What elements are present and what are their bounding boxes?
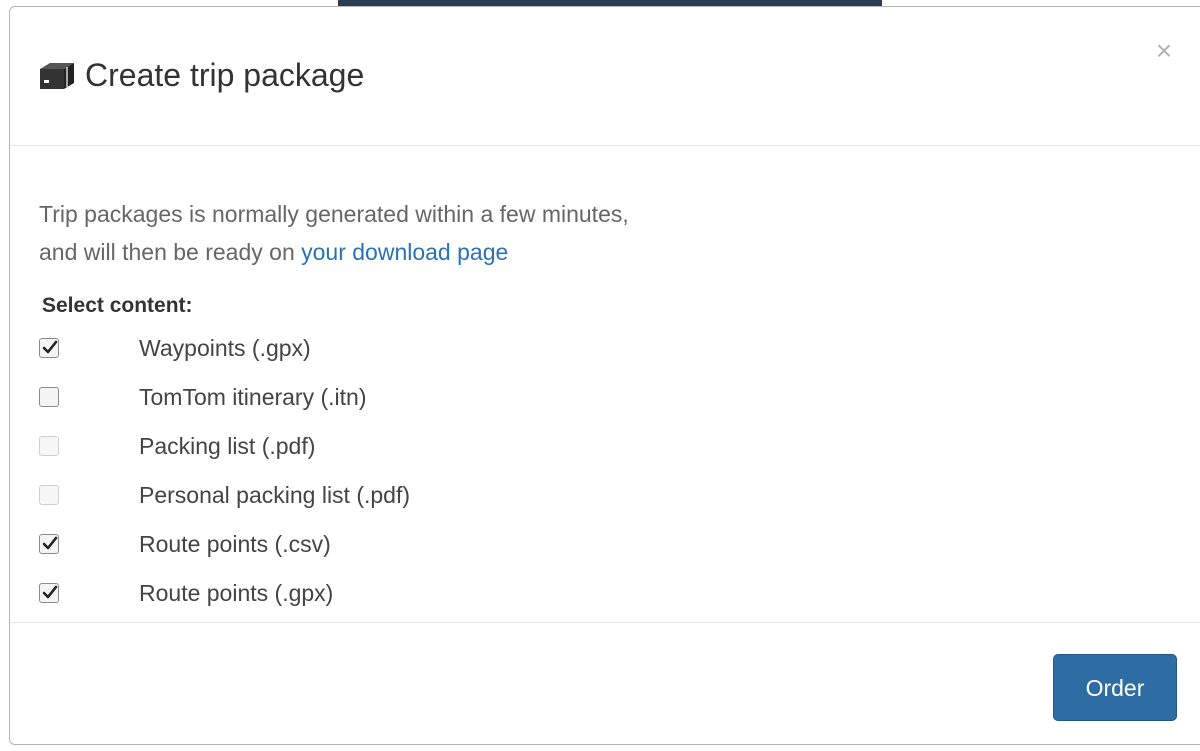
content-option[interactable]: Route points (.csv)	[39, 525, 639, 565]
package-icon	[39, 62, 79, 90]
dialog-footer: Order	[10, 622, 1200, 747]
intro-line-1: Trip packages is normally generated with…	[39, 201, 629, 227]
content-option[interactable]: Route points (.gpx)	[39, 574, 639, 614]
content-option-checkbox[interactable]	[39, 583, 59, 603]
content-option[interactable]: Waypoints (.gpx)	[39, 329, 639, 369]
content-option-label: TomTom itinerary (.itn)	[139, 384, 367, 410]
checkmark-icon	[42, 585, 58, 599]
content-option-label: Packing list (.pdf)	[139, 433, 316, 459]
dialog-header: Create trip package ×	[10, 7, 1200, 146]
checkmark-icon	[42, 340, 58, 354]
create-trip-package-dialog: Create trip package × Trip packages is n…	[9, 6, 1200, 745]
close-button[interactable]: ×	[1150, 37, 1178, 65]
dialog-body: Trip packages is normally generated with…	[10, 146, 1200, 622]
content-option-checkbox[interactable]	[39, 387, 59, 407]
content-option: Personal packing list (.pdf)	[39, 476, 639, 516]
content-option-checkbox[interactable]	[39, 338, 59, 358]
content-option-label: Route points (.csv)	[139, 531, 331, 557]
checkmark-icon	[42, 536, 58, 550]
content-option-label: Personal packing list (.pdf)	[139, 482, 411, 508]
order-button[interactable]: Order	[1053, 654, 1177, 721]
content-option-checkbox[interactable]	[39, 534, 59, 554]
intro-text: Trip packages is normally generated with…	[39, 195, 629, 271]
content-option: Packing list (.pdf)	[39, 427, 639, 467]
content-option[interactable]: TomTom itinerary (.itn)	[39, 378, 639, 418]
download-page-link[interactable]: your download page	[301, 239, 508, 265]
content-option-label: Route points (.gpx)	[139, 580, 334, 606]
dialog-title: Create trip package	[85, 57, 365, 93]
content-option-label: Waypoints (.gpx)	[139, 335, 311, 361]
content-option-checkbox	[39, 436, 59, 456]
content-option-checkbox	[39, 485, 59, 505]
intro-line-2: and will then be ready on	[39, 239, 302, 265]
select-content-label: Select content:	[42, 294, 193, 317]
